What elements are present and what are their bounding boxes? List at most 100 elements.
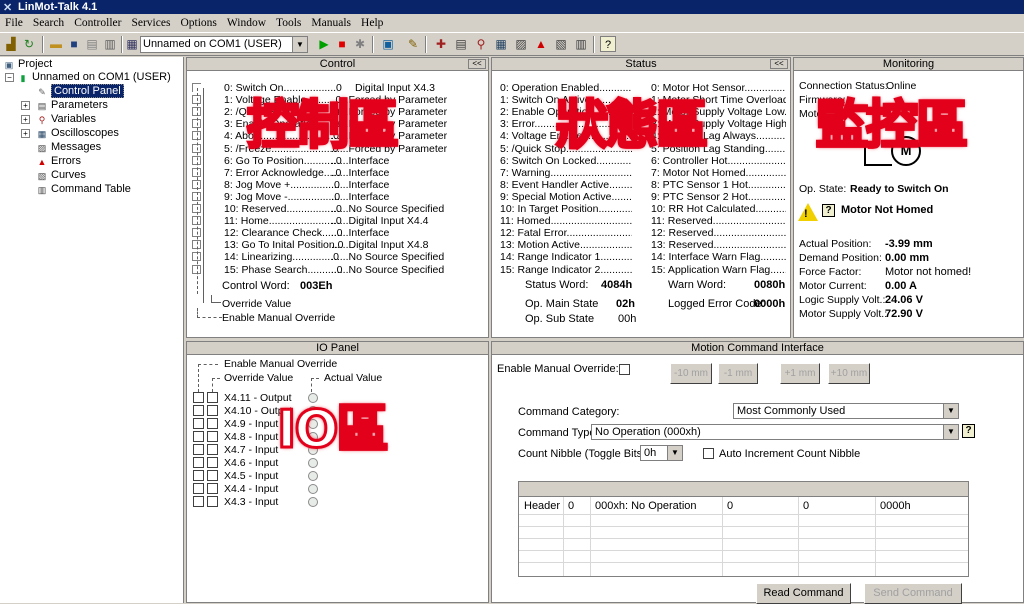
network-icon[interactable]: ▦ xyxy=(124,36,140,52)
io-manual-checkbox[interactable] xyxy=(193,470,204,481)
chevron-down-icon[interactable]: ▼ xyxy=(943,404,958,418)
expand-icon[interactable]: + xyxy=(21,115,30,124)
io-manual-checkbox[interactable] xyxy=(193,483,204,494)
parameters-icon[interactable]: ▤ xyxy=(453,36,469,52)
io-manual-checkbox[interactable] xyxy=(193,444,204,455)
errors-icon[interactable]: ▲ xyxy=(533,36,549,52)
messages-icon[interactable]: ▨ xyxy=(513,36,529,52)
tree-root[interactable]: ▮ Unnamed on COM1 (USER) xyxy=(17,71,171,84)
io-manual-checkbox[interactable] xyxy=(193,418,204,429)
tree-item-command-table[interactable]: ▥ Command Table xyxy=(36,183,131,196)
motion-manual-checkbox[interactable] xyxy=(619,364,630,375)
menu-help[interactable]: Help xyxy=(356,14,388,29)
auto-increment-checkbox[interactable] xyxy=(703,448,714,459)
io-manual-checkbox[interactable] xyxy=(193,405,204,416)
io-override-checkbox[interactable] xyxy=(207,392,218,403)
control-bit-source: ......No Source Specified xyxy=(331,263,445,276)
io-override-checkbox[interactable] xyxy=(207,496,218,507)
tree-item-control-panel[interactable]: ✎ Control Panel xyxy=(36,84,124,98)
tool-icon[interactable]: ✚ xyxy=(433,36,449,52)
chevron-down-icon[interactable]: ▼ xyxy=(292,37,307,52)
help-icon[interactable]: ? xyxy=(822,204,835,217)
collapse-left-icon[interactable]: << xyxy=(468,59,486,69)
stop-icon[interactable]: ■ xyxy=(334,36,350,52)
wand-icon[interactable]: ✎ xyxy=(405,36,421,52)
io-manual-checkbox[interactable] xyxy=(193,457,204,468)
save-all-icon[interactable]: ▤ xyxy=(84,36,100,52)
save-icon[interactable]: ■ xyxy=(66,36,82,52)
status-bit: 10: In Target Position..................… xyxy=(500,203,632,215)
tree-item-messages[interactable]: ▨ Messages xyxy=(36,141,101,154)
menu-options[interactable]: Options xyxy=(175,14,221,29)
read-command-button[interactable]: Read Command xyxy=(756,583,851,604)
jog-plus-10-button[interactable]: +10 mm xyxy=(828,363,870,384)
connection-select[interactable]: Unnamed on COM1 (USER) ▼ xyxy=(140,36,308,53)
tree-item-label: Errors xyxy=(51,155,81,167)
io-override-checkbox[interactable] xyxy=(207,444,218,455)
collapse-left-icon[interactable]: << xyxy=(770,59,788,69)
io-override-checkbox[interactable] xyxy=(207,405,218,416)
command-type-select[interactable]: No Operation (000xh) ▼ xyxy=(591,424,959,440)
jog-minus-1-button[interactable]: -1 mm xyxy=(718,363,758,384)
variables-icon[interactable]: ⚲ xyxy=(473,36,489,52)
menu-file[interactable]: File xyxy=(0,14,28,29)
control-bracket-line xyxy=(203,88,204,303)
help-icon[interactable]: ? xyxy=(600,36,616,52)
control-word-value: 003Eh xyxy=(300,280,333,292)
tree-item-errors[interactable]: ▲ Errors xyxy=(36,155,81,168)
status-panel: Status << 0: Operation Enabled...........… xyxy=(491,57,791,338)
io-override-checkbox[interactable] xyxy=(207,431,218,442)
menu-services[interactable]: Services xyxy=(126,14,175,29)
tree-item-curves[interactable]: ▧ Curves xyxy=(36,169,86,182)
curves-icon[interactable]: ▧ xyxy=(553,36,569,52)
tree-item-label: Messages xyxy=(51,141,102,153)
collapse-icon[interactable]: − xyxy=(5,73,14,82)
menu-tools[interactable]: Tools xyxy=(271,14,306,29)
help-icon[interactable]: ? xyxy=(962,424,975,438)
io-override-checkbox[interactable] xyxy=(207,457,218,468)
monitor-label: Force Factor: xyxy=(799,266,862,278)
control-panel-icon[interactable]: ▣ xyxy=(380,36,396,52)
expand-icon[interactable]: + xyxy=(21,129,30,138)
io-manual-checkbox[interactable] xyxy=(193,392,204,403)
menu-controller[interactable]: Controller xyxy=(69,14,126,29)
control-bit-label: 9: Jog Move -................0 xyxy=(224,190,341,203)
command-table-tree-icon: ▥ xyxy=(37,185,47,195)
io-override-checkbox[interactable] xyxy=(207,483,218,494)
oscilloscope-icon[interactable]: ▦ xyxy=(493,36,509,52)
tree-project[interactable]: ▣ Project xyxy=(3,58,53,71)
io-manual-checkbox[interactable] xyxy=(193,496,204,507)
new-project-icon[interactable]: ▟ xyxy=(3,36,19,52)
tree-root-label: Unnamed on COM1 (USER) xyxy=(32,71,171,83)
play-icon[interactable]: ▶ xyxy=(316,36,332,52)
control-bit-label: 7: Error Acknowledge....0 xyxy=(224,166,342,179)
tree-item-variables[interactable]: ⚲ Variables xyxy=(36,113,96,126)
io-override-checkbox[interactable] xyxy=(207,470,218,481)
menu-search[interactable]: Search xyxy=(28,14,69,29)
send-command-button[interactable]: Send Command xyxy=(864,583,962,604)
jog-plus-1-button[interactable]: +1 mm xyxy=(780,363,820,384)
tree-item-oscilloscopes[interactable]: ▦ Oscilloscopes xyxy=(36,127,119,140)
step-icon[interactable]: ✱ xyxy=(352,36,368,52)
grid-col-line xyxy=(875,497,876,576)
command-category-select[interactable]: Most Commonly Used ▼ xyxy=(733,403,959,419)
chevron-down-icon[interactable]: ▼ xyxy=(943,425,958,439)
control-bit-label: 13: Go To Inital Position.0 xyxy=(224,239,344,252)
io-override-checkbox[interactable] xyxy=(207,418,218,429)
menu-window[interactable]: Window xyxy=(222,14,271,29)
print-icon[interactable]: ▥ xyxy=(102,36,118,52)
status-bit: 13: Motion Active.......................… xyxy=(500,239,632,252)
menu-manuals[interactable]: Manuals xyxy=(306,14,356,29)
jog-minus-10-button[interactable]: -10 mm xyxy=(670,363,712,384)
warn-bit: 10: RR Hot Calculated...................… xyxy=(651,203,786,215)
monitor-value: Motor not homed! xyxy=(885,266,972,278)
expand-icon[interactable]: + xyxy=(21,101,30,110)
count-nibble-select[interactable]: 0h ▼ xyxy=(640,445,683,461)
open-folder-icon[interactable]: ▬ xyxy=(48,36,64,52)
io-channel-label: X4.7 - Input xyxy=(224,444,279,456)
tree-item-parameters[interactable]: ▤ Parameters xyxy=(36,99,108,112)
chevron-down-icon[interactable]: ▼ xyxy=(667,446,682,460)
io-manual-checkbox[interactable] xyxy=(193,431,204,442)
command-table-icon[interactable]: ▥ xyxy=(573,36,589,52)
refresh-icon[interactable]: ↻ xyxy=(21,36,37,52)
